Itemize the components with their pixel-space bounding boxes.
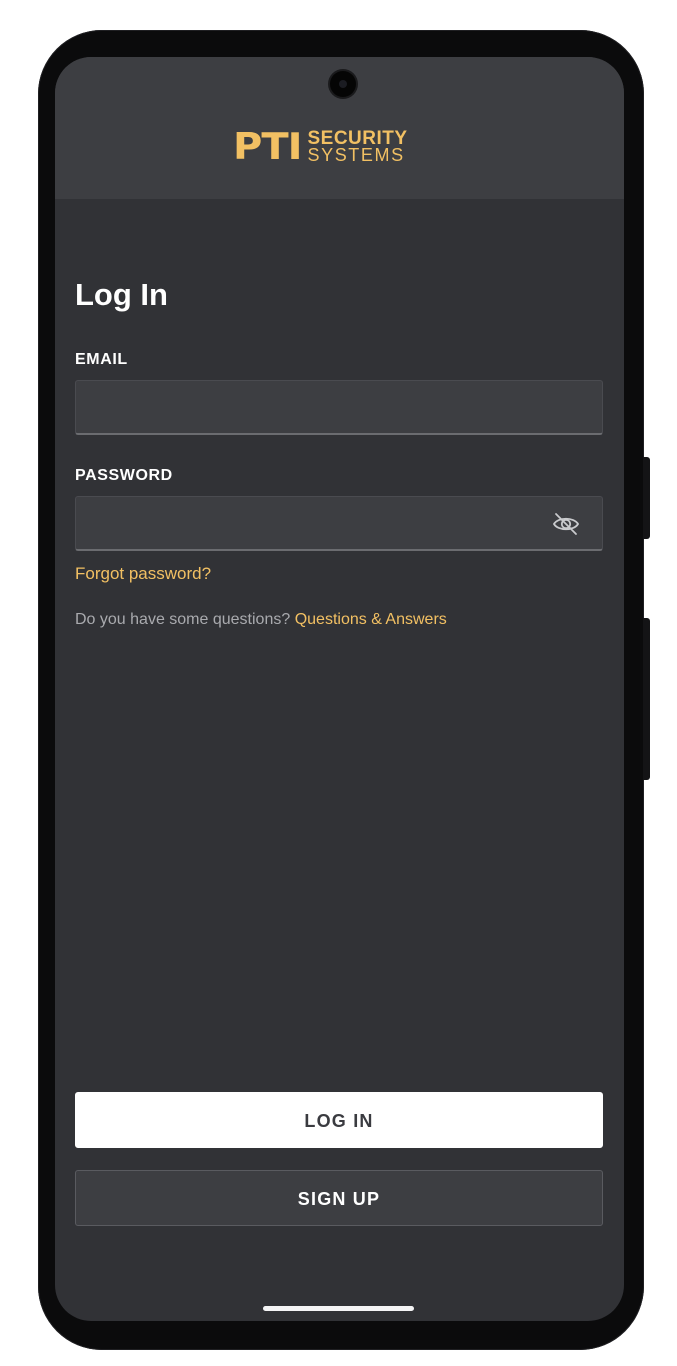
camera-icon (330, 71, 356, 97)
password-field[interactable] (76, 497, 602, 549)
email-field[interactable] (76, 381, 602, 433)
forgot-password-link[interactable]: Forgot password? (75, 564, 211, 584)
email-label: EMAIL (75, 351, 128, 368)
eye-off-icon[interactable] (552, 512, 580, 536)
email-field-container[interactable] (75, 380, 603, 435)
app-header: PTI SECURITY SYSTEMS (55, 57, 624, 199)
power-button (643, 457, 650, 539)
logo-wordmark: SECURITY SYSTEMS (307, 129, 407, 165)
questions-row: Do you have some questions? Questions & … (75, 611, 447, 629)
signup-button[interactable]: SIGN UP (75, 1170, 603, 1226)
app-screen: PTI SECURITY SYSTEMS Log In EMAIL PASSWO… (55, 57, 624, 1321)
page-title: Log In (75, 277, 168, 312)
pti-logo: PTI SECURITY SYSTEMS (233, 125, 408, 169)
logo-line-systems: SYSTEMS (307, 145, 405, 165)
password-field-container[interactable] (75, 496, 603, 551)
questions-answers-link[interactable]: Questions & Answers (295, 611, 447, 628)
home-indicator[interactable] (263, 1306, 414, 1311)
login-button[interactable]: LOG IN (75, 1092, 603, 1148)
password-label: PASSWORD (75, 467, 173, 484)
logo-mark: PTI (233, 125, 302, 169)
questions-prompt: Do you have some questions? (75, 611, 291, 628)
volume-button (643, 618, 650, 780)
